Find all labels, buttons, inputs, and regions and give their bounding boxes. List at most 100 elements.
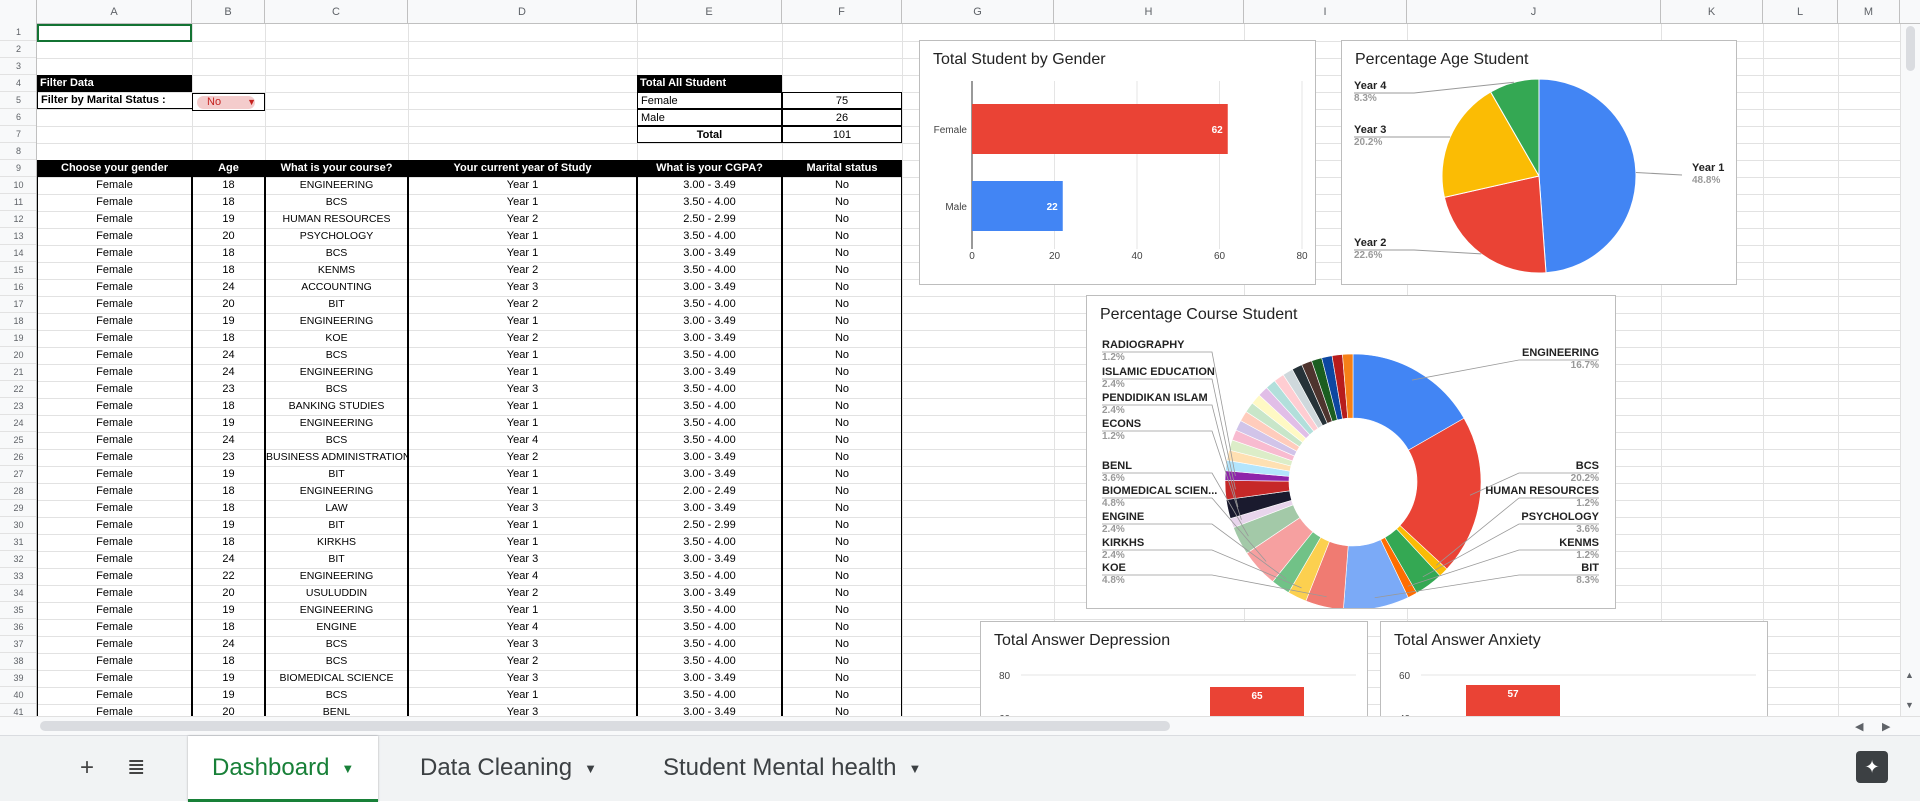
- row-header[interactable]: 12: [0, 211, 37, 228]
- table-cell[interactable]: No: [782, 687, 902, 704]
- table-cell[interactable]: 18: [192, 500, 265, 517]
- selected-cell-a1[interactable]: [37, 24, 192, 42]
- table-cell[interactable]: Female: [37, 466, 192, 483]
- table-cell[interactable]: 18: [192, 262, 265, 279]
- table-cell[interactable]: Year 2: [408, 449, 637, 466]
- table-cell[interactable]: HUMAN RESOURCES: [265, 211, 408, 228]
- table-cell[interactable]: ENGINE: [265, 619, 408, 636]
- table-cell[interactable]: Female: [37, 262, 192, 279]
- table-cell[interactable]: No: [782, 415, 902, 432]
- table-cell[interactable]: Female: [37, 313, 192, 330]
- table-cell[interactable]: BANKING STUDIES: [265, 398, 408, 415]
- table-cell[interactable]: 19: [192, 687, 265, 704]
- table-cell[interactable]: 18: [192, 483, 265, 500]
- table-cell[interactable]: 3.00 - 3.49: [637, 500, 782, 517]
- column-header-b[interactable]: B: [192, 0, 265, 24]
- table-cell[interactable]: 18: [192, 619, 265, 636]
- table-header[interactable]: What is your CGPA?: [637, 160, 782, 177]
- table-cell[interactable]: 19: [192, 466, 265, 483]
- table-cell[interactable]: No: [782, 364, 902, 381]
- table-cell[interactable]: Female: [37, 415, 192, 432]
- table-cell[interactable]: Female: [37, 653, 192, 670]
- table-cell[interactable]: 3.00 - 3.49: [637, 466, 782, 483]
- table-cell[interactable]: No: [782, 262, 902, 279]
- table-cell[interactable]: 3.50 - 4.00: [637, 568, 782, 585]
- column-header-e[interactable]: E: [637, 0, 782, 24]
- table-cell[interactable]: Year 4: [408, 432, 637, 449]
- table-cell[interactable]: 19: [192, 211, 265, 228]
- table-cell[interactable]: BCS: [265, 381, 408, 398]
- scroll-down-icon[interactable]: ▼: [1905, 700, 1914, 710]
- table-cell[interactable]: No: [782, 313, 902, 330]
- table-cell[interactable]: 18: [192, 245, 265, 262]
- table-cell[interactable]: 3.50 - 4.00: [637, 636, 782, 653]
- spreadsheet-viewport[interactable]: ABCDEFGHIJKLM 12345678910111213141516171…: [0, 0, 1920, 716]
- table-cell[interactable]: 3.50 - 4.00: [637, 398, 782, 415]
- row-header[interactable]: 11: [0, 194, 37, 211]
- table-cell[interactable]: 22: [192, 568, 265, 585]
- table-cell[interactable]: Year 1: [408, 517, 637, 534]
- table-cell[interactable]: 3.50 - 4.00: [637, 262, 782, 279]
- row-header[interactable]: 21: [0, 364, 37, 381]
- row-header[interactable]: 3: [0, 58, 37, 75]
- table-cell[interactable]: No: [782, 330, 902, 347]
- row-header[interactable]: 23: [0, 398, 37, 415]
- chevron-down-icon[interactable]: ▼: [909, 761, 922, 776]
- row-header[interactable]: 4: [0, 75, 37, 92]
- table-cell[interactable]: KOE: [265, 330, 408, 347]
- table-cell[interactable]: Year 2: [408, 653, 637, 670]
- table-cell[interactable]: Year 1: [408, 228, 637, 245]
- table-cell[interactable]: ENGINEERING: [265, 568, 408, 585]
- table-cell[interactable]: No: [782, 653, 902, 670]
- table-cell[interactable]: Year 3: [408, 551, 637, 568]
- table-cell[interactable]: No: [782, 398, 902, 415]
- table-cell[interactable]: 19: [192, 602, 265, 619]
- table-cell[interactable]: No: [782, 245, 902, 262]
- table-cell[interactable]: BCS: [265, 432, 408, 449]
- row-header[interactable]: 1: [0, 24, 37, 41]
- table-cell[interactable]: 18: [192, 534, 265, 551]
- table-cell[interactable]: 3.00 - 3.49: [637, 279, 782, 296]
- table-cell[interactable]: Female: [37, 177, 192, 194]
- row-header[interactable]: 2: [0, 41, 37, 58]
- table-cell[interactable]: Female: [37, 534, 192, 551]
- table-cell[interactable]: Year 3: [408, 279, 637, 296]
- table-cell[interactable]: 23: [192, 381, 265, 398]
- table-cell[interactable]: BIT: [265, 517, 408, 534]
- table-cell[interactable]: Year 2: [408, 211, 637, 228]
- column-header-g[interactable]: G: [902, 0, 1054, 24]
- table-cell[interactable]: KENMS: [265, 262, 408, 279]
- filter-title[interactable]: Filter Data: [37, 75, 192, 92]
- row-header[interactable]: 25: [0, 432, 37, 449]
- table-cell[interactable]: No: [782, 211, 902, 228]
- table-cell[interactable]: 3.00 - 3.49: [637, 704, 782, 716]
- table-cell[interactable]: Year 3: [408, 636, 637, 653]
- table-cell[interactable]: No: [782, 279, 902, 296]
- column-header-i[interactable]: I: [1244, 0, 1407, 24]
- table-cell[interactable]: No: [782, 296, 902, 313]
- vertical-scroll-thumb[interactable]: [1906, 26, 1915, 71]
- table-cell[interactable]: Year 1: [408, 398, 637, 415]
- table-cell[interactable]: No: [782, 585, 902, 602]
- table-cell[interactable]: Year 1: [408, 687, 637, 704]
- table-cell[interactable]: LAW: [265, 500, 408, 517]
- table-cell[interactable]: 19: [192, 517, 265, 534]
- table-cell[interactable]: 2.50 - 2.99: [637, 211, 782, 228]
- chart-gender[interactable]: Total Student by Gender 020406080Female6…: [919, 40, 1316, 285]
- table-cell[interactable]: Female: [37, 568, 192, 585]
- table-cell[interactable]: 18: [192, 653, 265, 670]
- all-sheets-icon[interactable]: ≣: [127, 754, 145, 780]
- chevron-down-icon[interactable]: ▼: [247, 97, 256, 107]
- scroll-up-icon[interactable]: ▲: [1905, 670, 1914, 680]
- table-cell[interactable]: BCS: [265, 194, 408, 211]
- table-cell[interactable]: Year 1: [408, 347, 637, 364]
- table-cell[interactable]: No: [782, 194, 902, 211]
- table-cell[interactable]: Female: [37, 245, 192, 262]
- table-cell[interactable]: Female: [37, 381, 192, 398]
- table-cell[interactable]: Year 1: [408, 466, 637, 483]
- row-header[interactable]: 37: [0, 636, 37, 653]
- table-cell[interactable]: 3.50 - 4.00: [637, 534, 782, 551]
- table-cell[interactable]: Female: [37, 704, 192, 716]
- table-cell[interactable]: 18: [192, 194, 265, 211]
- table-cell[interactable]: BIT: [265, 551, 408, 568]
